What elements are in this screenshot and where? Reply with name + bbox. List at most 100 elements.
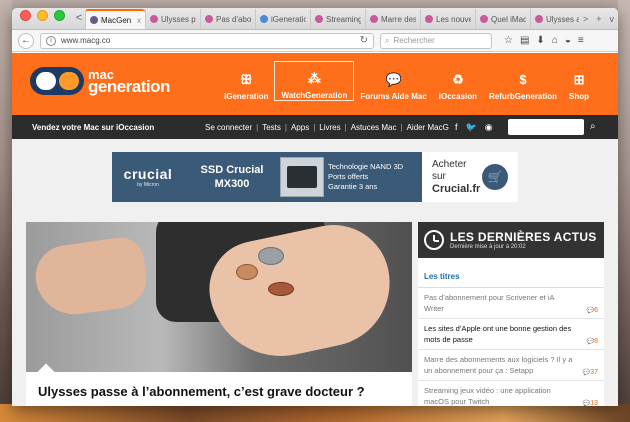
tab-favicon-icon — [535, 15, 543, 23]
tab-scroll-left-icon[interactable]: < — [73, 12, 85, 29]
tab-titles[interactable]: Les titres — [418, 258, 604, 288]
tab-favicon-icon — [205, 15, 213, 23]
latest-news-updated: Dernière mise à jour à 20:02 — [450, 243, 526, 250]
address-bar[interactable]: i www.macg.co ↻ — [40, 32, 374, 49]
facebook-icon[interactable]: f — [455, 122, 458, 133]
home-icon[interactable]: ⌂ — [552, 35, 558, 46]
minimize-window-button[interactable] — [37, 9, 48, 21]
rss-icon[interactable]: ◉ — [485, 122, 493, 133]
reading-list-icon[interactable]: ▤ — [520, 35, 529, 46]
promo-link[interactable]: Vendez votre Mac sur iOccasion — [32, 123, 154, 132]
news-item-title[interactable]: Pas d’abonnement pour Scrivener et iA Wr… — [424, 292, 576, 314]
news-item[interactable]: Streaming jeux vidéo : une application m… — [418, 381, 604, 406]
clock-icon — [424, 230, 444, 250]
news-item-title[interactable]: Streaming jeux vidéo : une application m… — [424, 385, 576, 406]
sub-nav-link[interactable]: Aider MacG — [407, 123, 449, 132]
comment-count[interactable]: 💬37 — [583, 369, 598, 376]
url-text[interactable]: www.macg.co — [61, 36, 355, 45]
reload-icon[interactable]: ↻ — [360, 35, 368, 46]
search-placeholder: Rechercher — [393, 36, 435, 45]
nav-item-refurbgeneration[interactable]: $ RefurbGeneration — [483, 61, 563, 101]
cart-icon[interactable]: 🛒 — [482, 164, 508, 190]
ii-icon: ꕥ — [240, 72, 253, 87]
site-search-input[interactable] — [508, 119, 584, 135]
tab-label: Quel iMac — [491, 14, 526, 24]
comment-count-value: 6 — [594, 307, 598, 314]
nav-item-ioccasion[interactable]: ♻ iOccasion — [433, 61, 483, 101]
nav-item-shop[interactable]: ⊞ Shop — [563, 61, 595, 101]
new-tab-button[interactable]: + — [592, 14, 605, 29]
search-icon: ⌕ — [385, 35, 390, 45]
ad-product-name: SSD Crucial MX300 — [200, 164, 264, 190]
bookmark-star-icon[interactable]: ☆ — [504, 35, 513, 46]
download-icon[interactable]: ⬇ — [536, 35, 544, 46]
featured-article[interactable]: Ulysses passe à l’abonnement, c’est grav… — [26, 222, 412, 406]
desktop-wallpaper-left — [0, 0, 12, 422]
tab-favicon-icon — [480, 15, 488, 23]
news-item[interactable]: Les sites d’Apple ont une bonne gestion … — [418, 319, 604, 350]
comment-count-value: 37 — [590, 369, 598, 376]
sub-nav-link[interactable]: Se connecter — [205, 123, 252, 132]
sub-nav-link[interactable]: Tests — [262, 123, 281, 132]
browser-tab[interactable]: Quel iMac — [475, 9, 530, 29]
tab-list-dropdown-icon[interactable]: v — [606, 14, 619, 29]
sub-nav-link[interactable]: Astuces Mac — [351, 123, 397, 132]
tab-scroll-right-icon[interactable]: > — [579, 14, 592, 29]
site-search-icon[interactable]: ⌕ — [590, 121, 596, 132]
nav-item-label: WatchGeneration — [281, 91, 348, 100]
browser-tab[interactable]: MacGen x — [85, 9, 145, 29]
featured-article-title[interactable]: Ulysses passe à l’abonnement, c’est grav… — [38, 384, 365, 399]
nav-item-label: iGeneration — [224, 92, 269, 101]
news-item-title[interactable]: Les sites d’Apple ont une bonne gestion … — [424, 323, 576, 345]
tab-label: Les nouvea — [436, 14, 471, 24]
browser-tab[interactable]: Ulysses a — [530, 9, 579, 29]
search-box[interactable]: ⌕ Rechercher — [380, 32, 492, 49]
chat-bubble-icon: 💬 — [385, 72, 402, 87]
browser-tab[interactable]: Les nouvea — [420, 9, 475, 29]
twitter-icon[interactable]: 🐦 — [466, 122, 477, 133]
nav-item-forums-aide-mac[interactable]: 💬 Forums Aide Mac — [354, 61, 432, 101]
link-separator: | — [344, 123, 347, 132]
crucial-ad-banner[interactable]: crucial by Micron SSD Crucial MX300 Tech… — [112, 152, 518, 202]
news-item[interactable]: Pas d’abonnement pour Scrivener et iA Wr… — [418, 288, 604, 319]
article-hero-image[interactable] — [26, 222, 412, 372]
news-item-title[interactable]: Marre des abonnements aux logiciels ? Il… — [424, 354, 576, 376]
ad-feature: Ports offerts — [328, 172, 369, 181]
menu-icon[interactable]: ≡ — [578, 35, 584, 46]
close-window-button[interactable] — [20, 9, 31, 21]
comment-count[interactable]: 💬8 — [587, 338, 598, 345]
browser-tab[interactable]: Ulysses pa — [145, 9, 200, 29]
browser-tab[interactable]: Streaming — [310, 9, 365, 29]
browser-tab[interactable]: Marre des a — [365, 9, 420, 29]
ad-cta[interactable]: Acheter sur Crucial.fr 🛒 — [422, 152, 518, 202]
nav-item-igeneration[interactable]: ꕥ iGeneration — [218, 61, 274, 101]
crucial-logo: crucial by Micron — [123, 166, 173, 188]
sub-nav-link[interactable]: Livres — [319, 123, 340, 132]
tab-favicon-icon — [260, 15, 268, 23]
browser-tab[interactable]: Pas d'abonn — [200, 9, 255, 29]
tab-label: Pas d'abonn — [216, 14, 251, 24]
window-controls — [12, 8, 73, 29]
logo-badge-icon — [30, 67, 84, 95]
comment-bubble-icon: 💬 — [586, 339, 595, 345]
site-info-icon[interactable]: i — [46, 35, 56, 46]
sub-nav-link[interactable]: Apps — [291, 123, 309, 132]
basket-icon: ⊞ — [573, 72, 585, 87]
nav-item-watchgeneration[interactable]: ⁂ WatchGeneration — [274, 61, 355, 101]
news-item[interactable]: Marre des abonnements aux logiciels ? Il… — [418, 350, 604, 381]
tab-label: MacGen — [101, 15, 132, 25]
comment-count[interactable]: 💬13 — [583, 400, 598, 406]
link-separator: | — [313, 123, 316, 132]
link-separator: | — [256, 123, 259, 132]
laptop-dollar-icon: $ — [519, 72, 527, 87]
ad-feature: Garantie 3 ans — [328, 182, 378, 191]
zoom-window-button[interactable] — [54, 9, 65, 21]
desktop-wallpaper-right — [618, 0, 630, 422]
pocket-icon[interactable]: ◒ — [565, 35, 571, 46]
tab-close-icon[interactable]: x — [137, 16, 141, 25]
comment-count[interactable]: 💬6 — [587, 307, 598, 314]
macgeneration-logo[interactable]: mac generation — [30, 67, 170, 95]
latest-news-title: LES DERNIÈRES ACTUS — [450, 229, 597, 244]
back-button[interactable]: ← — [18, 32, 34, 49]
browser-tab[interactable]: iGeneration — [255, 9, 310, 29]
